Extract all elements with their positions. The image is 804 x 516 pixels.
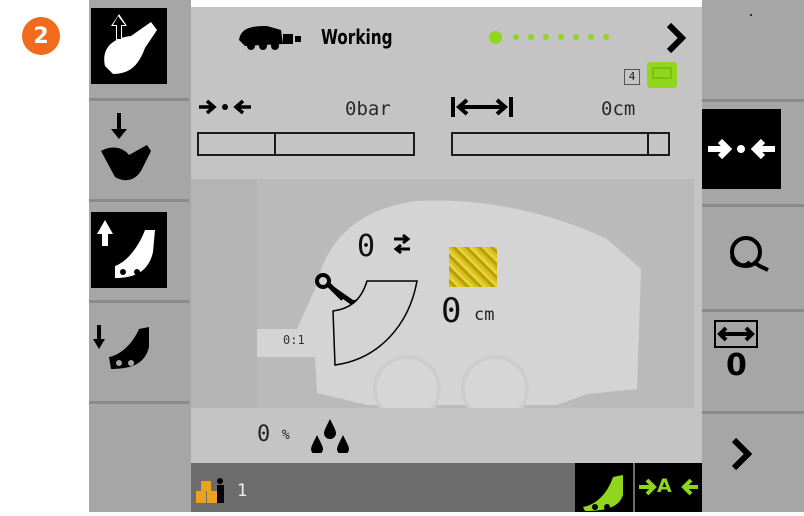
side-panel	[191, 179, 257, 408]
step-badge: 2	[22, 17, 60, 55]
page-next-icon[interactable]	[665, 21, 687, 55]
empty-right-button[interactable]	[702, 0, 804, 102]
status-bar: 1 A	[191, 463, 702, 512]
page-dot-active	[489, 31, 502, 44]
auto-label: A	[657, 475, 672, 497]
pressure-icon	[199, 99, 251, 115]
exchange-icon	[393, 233, 411, 255]
lower-tailgate-icon	[101, 113, 151, 181]
ratio-label: 0:1	[283, 333, 305, 347]
distance-value: 0cm	[601, 98, 636, 120]
distance-bar	[451, 132, 670, 156]
diameter-unit: cm	[474, 305, 495, 325]
compress-icon	[702, 109, 781, 189]
width-icon	[714, 320, 758, 348]
pressure-bar-marker	[273, 134, 276, 154]
compress-button[interactable]	[702, 105, 804, 207]
lower-tailgate-button[interactable]	[89, 101, 189, 202]
page-dot	[603, 34, 609, 40]
page-dot	[558, 34, 564, 40]
empty-left-button[interactable]	[89, 404, 189, 512]
raise-tailgate-icon	[91, 8, 167, 84]
width-button[interactable]: 0	[702, 312, 804, 414]
raise-pickup-icon	[91, 212, 167, 288]
status-text: Working	[321, 25, 393, 49]
lower-pickup-button[interactable]	[89, 303, 189, 404]
bale-stack-icon	[196, 478, 224, 503]
pressure-bar	[197, 132, 415, 156]
next-arrow-icon	[731, 437, 752, 471]
page-count-box: 4	[624, 69, 640, 85]
page-dot	[543, 34, 549, 40]
next-page-button[interactable]	[702, 414, 804, 512]
bale-count: 0	[357, 229, 376, 264]
raise-pickup-button[interactable]	[89, 202, 189, 303]
main-display: Working 4 0bar 0cm 0 0:1 0 cm 0 %	[191, 7, 702, 463]
pickup-icon	[583, 475, 623, 511]
moisture-value: 0	[257, 422, 271, 447]
right-button-column: 0	[702, 0, 804, 512]
distance-icon	[451, 97, 513, 117]
moisture-unit: %	[282, 428, 290, 443]
lower-pickup-icon	[93, 325, 149, 369]
bale-counter: 1	[237, 481, 248, 501]
baler-icon	[239, 26, 301, 50]
net-wrap-button[interactable]	[702, 210, 804, 312]
page-dot	[528, 34, 534, 40]
page-dot	[588, 34, 594, 40]
moisture-drops-icon	[311, 419, 349, 453]
raise-tailgate-button[interactable]	[89, 0, 189, 101]
net-wrap-icon	[730, 236, 769, 272]
auto-mode-button[interactable]: A	[635, 463, 702, 512]
width-value: 0	[726, 348, 747, 383]
left-button-column	[89, 0, 191, 512]
chamber-diagram	[315, 273, 418, 366]
bale-texture	[449, 247, 497, 287]
indicator-mark	[750, 14, 752, 16]
page-dot	[573, 34, 579, 40]
distance-bar-marker	[646, 134, 649, 154]
terminal-icon	[647, 62, 677, 88]
pickup-status-button[interactable]	[575, 463, 633, 512]
page-dot	[513, 34, 519, 40]
pressure-value: 0bar	[345, 98, 391, 120]
diameter-value: 0	[441, 291, 462, 331]
